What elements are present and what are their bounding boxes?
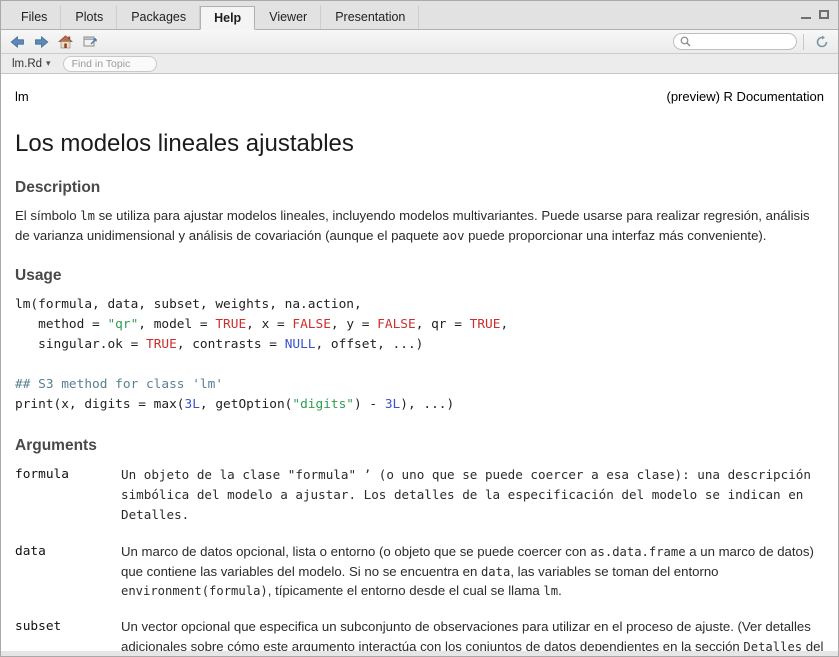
inline-code: environment(formula) bbox=[121, 584, 268, 598]
text-segment: Un marco de datos opcional, lista o ento… bbox=[121, 544, 590, 559]
text-segment: 3L bbox=[385, 397, 400, 412]
help-content[interactable]: lm (preview) R Documentation Los modelos… bbox=[1, 74, 838, 656]
tab-help[interactable]: Help bbox=[200, 6, 255, 30]
inline-code: as.data.frame bbox=[590, 545, 685, 559]
text-segment: singular.ok = bbox=[15, 337, 146, 352]
refresh-button[interactable] bbox=[810, 32, 833, 52]
home-button[interactable] bbox=[54, 32, 77, 52]
show-in-new-window-button[interactable] bbox=[78, 32, 101, 52]
description-paragraph: El símbolo lm se utiliza para ajustar mo… bbox=[15, 206, 824, 246]
arguments-heading: Arguments bbox=[15, 437, 824, 455]
argument-row: formulaUn objeto de la clase "formula" ’… bbox=[15, 465, 824, 526]
topic-selector-label: lm.Rd bbox=[12, 58, 42, 70]
text-segment: , model = bbox=[138, 317, 215, 332]
maximize-icon[interactable] bbox=[819, 10, 829, 19]
inline-code: lm bbox=[80, 209, 95, 223]
argument-term: subset bbox=[15, 617, 121, 656]
text-segment: , getOption( bbox=[200, 397, 292, 412]
argument-term: formula bbox=[15, 465, 121, 526]
toolbar-separator bbox=[803, 34, 804, 50]
code-line: method = "qr", model = TRUE, x = FALSE, … bbox=[15, 315, 824, 335]
text-segment: , típicamente el entorno desde el cual s… bbox=[268, 583, 544, 598]
argument-row: subsetUn vector opcional que especifica … bbox=[15, 617, 824, 656]
text-segment: , offset, ...) bbox=[316, 337, 424, 352]
text-segment: FALSE bbox=[377, 317, 416, 332]
back-button[interactable] bbox=[6, 32, 29, 52]
text-segment: "qr" bbox=[107, 317, 138, 332]
text-segment: Un objeto de la clase "formula" ’ (o uno… bbox=[121, 467, 811, 523]
inline-code: aov bbox=[442, 229, 464, 243]
text-segment: TRUE bbox=[215, 317, 246, 332]
text-segment: . bbox=[558, 583, 562, 598]
doc-header: lm (preview) R Documentation bbox=[15, 89, 824, 104]
text-segment: ## S3 method for class 'lm' bbox=[15, 377, 223, 392]
text-segment: , las variables se toman del entorno bbox=[510, 564, 718, 579]
text-segment: puede proporcionar una interfaz más conv… bbox=[464, 228, 766, 243]
home-icon bbox=[58, 35, 73, 49]
inline-code: lm bbox=[543, 584, 558, 598]
window-controls bbox=[801, 10, 829, 19]
page-title: Los modelos lineales ajustables bbox=[15, 130, 824, 158]
text-segment: lm(formula, data, subset, weights, na.ac… bbox=[15, 297, 362, 312]
text-segment: FALSE bbox=[292, 317, 331, 332]
usage-code-block: lm(formula, data, subset, weights, na.ac… bbox=[15, 295, 824, 416]
forward-button[interactable] bbox=[30, 32, 53, 52]
topic-selector[interactable]: lm.Rd ▾ bbox=[12, 58, 51, 70]
help-search-input[interactable] bbox=[695, 36, 790, 48]
search-icon bbox=[680, 36, 691, 47]
help-toolbar bbox=[1, 30, 838, 54]
help-search-area bbox=[673, 32, 833, 52]
chevron-down-icon: ▾ bbox=[46, 58, 51, 69]
popout-window-icon bbox=[83, 35, 97, 48]
usage-heading: Usage bbox=[15, 267, 824, 285]
text-segment: Un vector opcional que especifica un sub… bbox=[121, 619, 811, 654]
text-segment: 3L bbox=[185, 397, 200, 412]
tab-files[interactable]: Files bbox=[7, 5, 61, 29]
back-arrow-icon bbox=[10, 36, 25, 48]
code-line: lm(formula, data, subset, weights, na.ac… bbox=[15, 295, 824, 315]
text-segment: , y = bbox=[331, 317, 377, 332]
help-search-box bbox=[673, 33, 797, 50]
text-segment: ), ...) bbox=[400, 397, 454, 412]
argument-term: data bbox=[15, 542, 121, 601]
arguments-list: formulaUn objeto de la clase "formula" ’… bbox=[15, 465, 824, 656]
rstudio-help-pane: FilesPlotsPackagesHelpViewerPresentation bbox=[0, 0, 839, 657]
doc-header-source: (preview) R Documentation bbox=[666, 89, 824, 104]
pane-tabs: FilesPlotsPackagesHelpViewerPresentation bbox=[7, 1, 419, 29]
inline-code: Detalles bbox=[743, 640, 802, 654]
code-line: ## S3 method for class 'lm' bbox=[15, 375, 824, 395]
code-line: print(x, digits = max(3L, getOption("dig… bbox=[15, 395, 824, 415]
refresh-icon bbox=[815, 35, 829, 49]
find-in-topic-input[interactable] bbox=[63, 56, 157, 72]
description-heading: Description bbox=[15, 179, 824, 197]
forward-arrow-icon bbox=[34, 36, 49, 48]
text-segment: , bbox=[500, 317, 508, 332]
text-segment: , qr = bbox=[416, 317, 470, 332]
minimize-icon[interactable] bbox=[801, 10, 811, 19]
tab-presentation[interactable]: Presentation bbox=[321, 5, 419, 29]
argument-description: Un vector opcional que especifica un sub… bbox=[121, 617, 824, 656]
text-segment: El símbolo bbox=[15, 208, 80, 223]
text-segment: print(x, digits = max( bbox=[15, 397, 185, 412]
tab-packages[interactable]: Packages bbox=[117, 5, 200, 29]
text-segment: ) - bbox=[354, 397, 385, 412]
text-segment: , contrasts = bbox=[177, 337, 285, 352]
argument-description: Un objeto de la clase "formula" ’ (o uno… bbox=[121, 465, 824, 526]
argument-row: dataUn marco de datos opcional, lista o … bbox=[15, 542, 824, 601]
text-segment: TRUE bbox=[146, 337, 177, 352]
code-line: singular.ok = TRUE, contrasts = NULL, of… bbox=[15, 335, 824, 355]
tab-viewer[interactable]: Viewer bbox=[255, 5, 321, 29]
text-segment: , x = bbox=[246, 317, 292, 332]
text-segment: "digits" bbox=[292, 397, 354, 412]
text-segment: method = bbox=[15, 317, 107, 332]
text-segment: TRUE bbox=[470, 317, 501, 332]
doc-header-topic: lm bbox=[15, 89, 29, 104]
inline-code: data bbox=[481, 565, 510, 579]
text-segment: NULL bbox=[285, 337, 316, 352]
tab-plots[interactable]: Plots bbox=[61, 5, 117, 29]
help-topicbar: lm.Rd ▾ bbox=[1, 54, 838, 74]
code-line bbox=[15, 355, 824, 375]
pane-tabbar: FilesPlotsPackagesHelpViewerPresentation bbox=[1, 1, 838, 30]
argument-description: Un marco de datos opcional, lista o ento… bbox=[121, 542, 824, 601]
